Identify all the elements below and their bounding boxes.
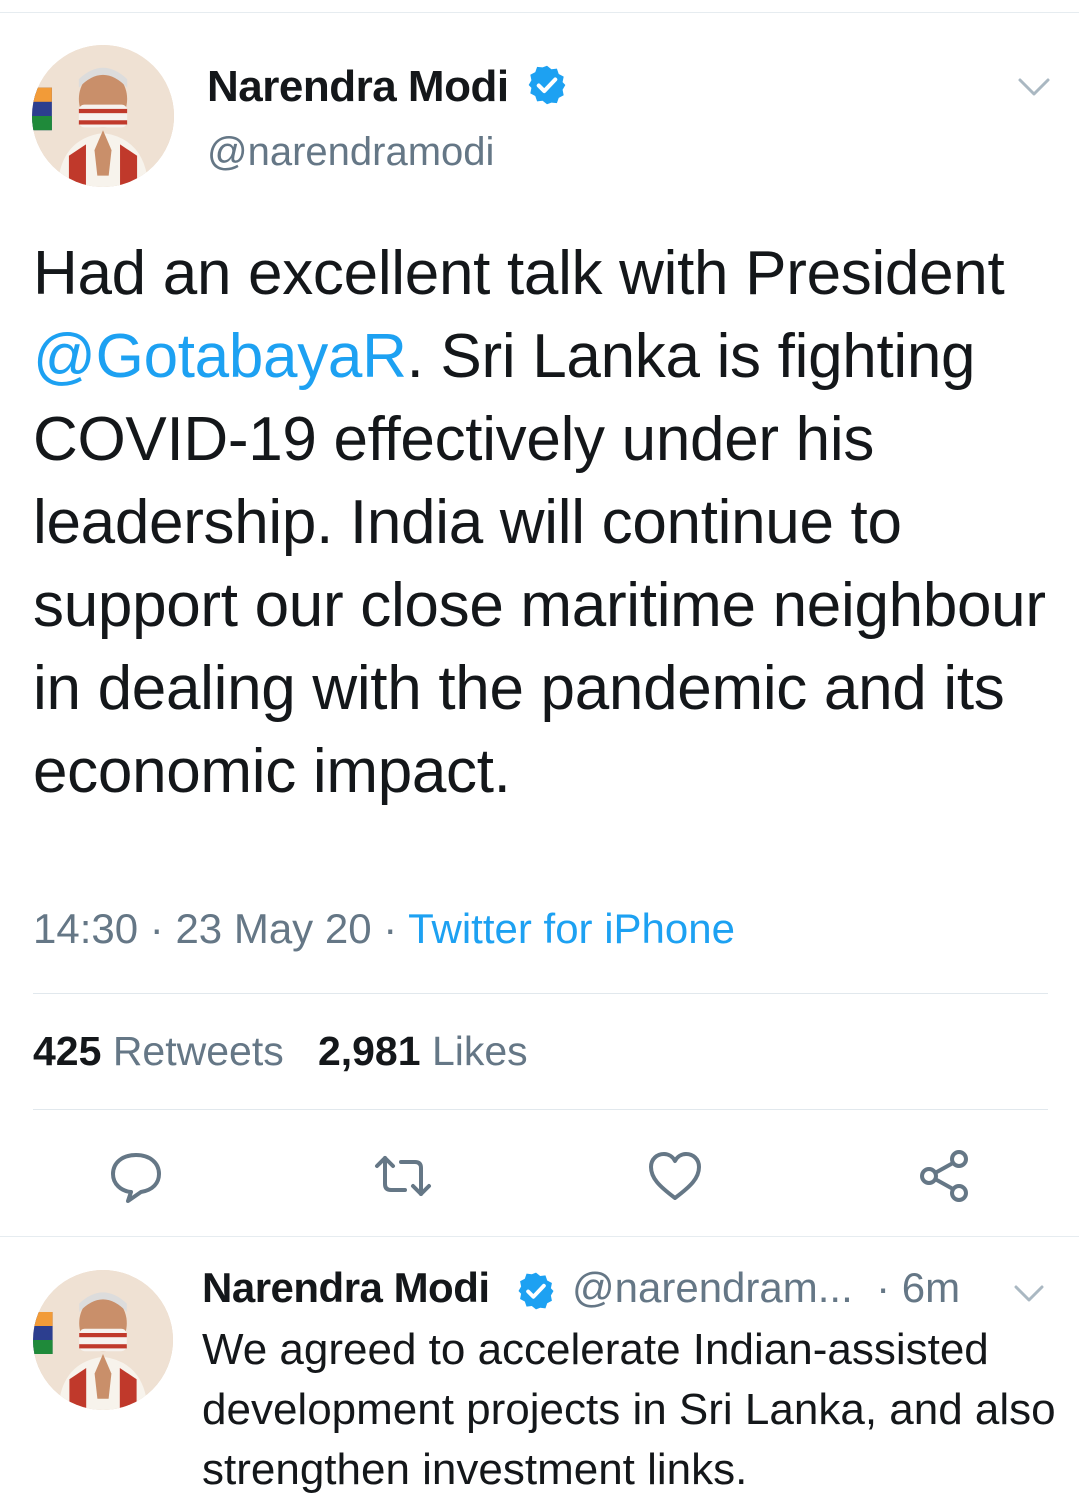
stats-divider-bottom — [33, 1109, 1048, 1110]
mention-link[interactable]: @GotabayaR — [33, 322, 407, 391]
reply-button[interactable] — [106, 1146, 166, 1206]
retweet-button[interactable] — [373, 1146, 433, 1206]
author-handle[interactable]: @narendramodi — [207, 130, 494, 175]
tweet-source-link[interactable]: Twitter for iPhone — [408, 905, 735, 952]
share-icon — [920, 1150, 968, 1202]
retweets-label: Retweets — [112, 1028, 284, 1074]
tweet-text: Had an excellent talk with President @Go… — [33, 232, 1063, 813]
tweet-meta: 14:30 · 23 May 20 · Twitter for iPhone — [33, 905, 735, 953]
tweet-time: 14:30 — [33, 905, 139, 952]
verified-badge-icon — [528, 65, 566, 105]
retweet-icon — [375, 1156, 431, 1196]
stats-divider-top — [33, 993, 1048, 994]
reply-handle-text: @narendram... — [572, 1264, 853, 1311]
likes-stat[interactable]: 2,981 Likes — [318, 1028, 528, 1074]
verified-badge-icon — [518, 1272, 554, 1310]
retweets-count: 425 — [33, 1028, 102, 1074]
meta-separator: · — [383, 905, 398, 952]
author-avatar[interactable] — [32, 45, 174, 187]
meta-separator: · — [149, 905, 164, 952]
share-button[interactable] — [914, 1146, 974, 1206]
tweet-date: 23 May 20 — [175, 905, 372, 952]
retweets-stat[interactable]: 425 Retweets — [33, 1028, 284, 1074]
chevron-down-icon[interactable] — [1016, 74, 1052, 100]
engagement-stats: 425 Retweets 2,981 Likes — [33, 1028, 528, 1075]
reply-tweet-text: We agreed to accelerate Indian-assisted … — [202, 1325, 1056, 1494]
tweet-text-part: . Sri Lanka is fighting COVID-19 effecti… — [33, 322, 1046, 806]
avatar-portrait-icon — [33, 1270, 173, 1410]
reply-author-name[interactable]: Narendra Modi — [202, 1264, 490, 1312]
chevron-down-icon[interactable] — [1012, 1282, 1046, 1306]
reply-author-handle[interactable]: @narendram... · 6m — [572, 1264, 960, 1312]
tweet-divider — [0, 1236, 1079, 1237]
reply-time-ago: · 6m — [876, 1264, 961, 1311]
likes-label: Likes — [431, 1028, 528, 1074]
top-divider — [0, 12, 1079, 13]
reply-author-avatar[interactable] — [33, 1270, 173, 1410]
like-button[interactable] — [645, 1146, 705, 1206]
reply-icon — [111, 1153, 161, 1203]
like-heart-icon — [649, 1152, 701, 1200]
tweet-text-part: Had an excellent talk with President — [33, 239, 1005, 308]
avatar-portrait-icon — [32, 45, 174, 187]
author-name[interactable]: Narendra Modi — [207, 62, 509, 112]
likes-count: 2,981 — [317, 1028, 421, 1074]
